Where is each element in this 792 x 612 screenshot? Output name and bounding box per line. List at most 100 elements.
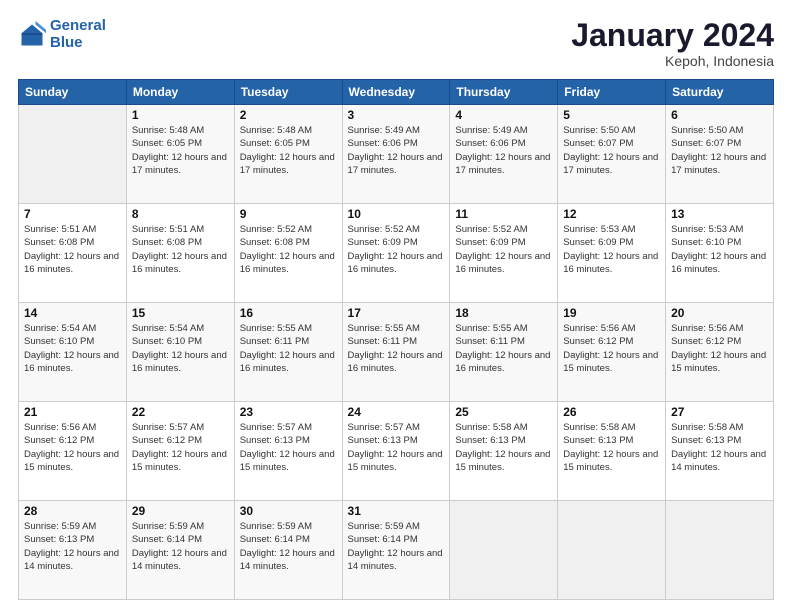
day-info: Sunrise: 5:48 AM Sunset: 6:05 PM Dayligh… — [132, 124, 229, 177]
week-row-1: 1 Sunrise: 5:48 AM Sunset: 6:05 PM Daylig… — [19, 105, 774, 204]
day-number: 11 — [455, 207, 552, 221]
logo-icon — [18, 21, 46, 49]
day-info: Sunrise: 5:54 AM Sunset: 6:10 PM Dayligh… — [24, 322, 121, 375]
day-info: Sunrise: 5:59 AM Sunset: 6:13 PM Dayligh… — [24, 520, 121, 573]
day-number: 29 — [132, 504, 229, 518]
day-cell: 28 Sunrise: 5:59 AM Sunset: 6:13 PM Dayli… — [19, 501, 127, 600]
day-cell: 17 Sunrise: 5:55 AM Sunset: 6:11 PM Dayli… — [342, 303, 450, 402]
day-cell: 7 Sunrise: 5:51 AM Sunset: 6:08 PM Daylig… — [19, 204, 127, 303]
day-number: 10 — [348, 207, 445, 221]
col-wednesday: Wednesday — [342, 80, 450, 105]
day-info: Sunrise: 5:55 AM Sunset: 6:11 PM Dayligh… — [240, 322, 337, 375]
day-number: 15 — [132, 306, 229, 320]
day-cell: 19Sunrise: 5:56 AM Sunset: 6:12 PM Dayli… — [558, 303, 666, 402]
logo: General Blue — [18, 18, 106, 51]
day-cell — [558, 501, 666, 600]
day-info: Sunrise: 5:52 AM Sunset: 6:08 PM Dayligh… — [240, 223, 337, 276]
day-cell: 4 Sunrise: 5:49 AM Sunset: 6:06 PM Daylig… — [450, 105, 558, 204]
day-number: 7 — [24, 207, 121, 221]
day-info: Sunrise: 5:58 AM Sunset: 6:13 PM Dayligh… — [455, 421, 552, 474]
calendar-header: Sunday Monday Tuesday Wednesday Thursday… — [19, 80, 774, 105]
day-cell: 27Sunrise: 5:58 AM Sunset: 6:13 PM Dayli… — [666, 402, 774, 501]
day-number: 1 — [132, 108, 229, 122]
day-info: Sunrise: 5:49 AM Sunset: 6:06 PM Dayligh… — [348, 124, 445, 177]
day-info: Sunrise: 5:56 AM Sunset: 6:12 PM Dayligh… — [671, 322, 768, 375]
day-info: Sunrise: 5:55 AM Sunset: 6:11 PM Dayligh… — [455, 322, 552, 375]
day-info: Sunrise: 5:57 AM Sunset: 6:13 PM Dayligh… — [348, 421, 445, 474]
day-info: Sunrise: 5:53 AM Sunset: 6:09 PM Dayligh… — [563, 223, 660, 276]
day-number: 30 — [240, 504, 337, 518]
col-thursday: Thursday — [450, 80, 558, 105]
day-cell: 3 Sunrise: 5:49 AM Sunset: 6:06 PM Daylig… — [342, 105, 450, 204]
day-info: Sunrise: 5:51 AM Sunset: 6:08 PM Dayligh… — [24, 223, 121, 276]
day-number: 28 — [24, 504, 121, 518]
day-info: Sunrise: 5:50 AM Sunset: 6:07 PM Dayligh… — [563, 124, 660, 177]
day-number: 31 — [348, 504, 445, 518]
day-cell: 13 Sunrise: 5:53 AM Sunset: 6:10 PM Dayli… — [666, 204, 774, 303]
day-number: 20 — [671, 306, 768, 320]
day-cell: 24 Sunrise: 5:57 AM Sunset: 6:13 PM Dayli… — [342, 402, 450, 501]
day-cell: 21 Sunrise: 5:56 AM Sunset: 6:12 PM Dayli… — [19, 402, 127, 501]
title-block: January 2024 Kepoh, Indonesia — [571, 18, 774, 69]
day-info: Sunrise: 5:50 AM Sunset: 6:07 PM Dayligh… — [671, 124, 768, 177]
day-info: Sunrise: 5:53 AM Sunset: 6:10 PM Dayligh… — [671, 223, 768, 276]
col-monday: Monday — [126, 80, 234, 105]
logo-line2: Blue — [50, 34, 83, 51]
day-number: 4 — [455, 108, 552, 122]
day-number: 18 — [455, 306, 552, 320]
day-cell: 12Sunrise: 5:53 AM Sunset: 6:09 PM Dayli… — [558, 204, 666, 303]
week-row-3: 14 Sunrise: 5:54 AM Sunset: 6:10 PM Dayli… — [19, 303, 774, 402]
day-number: 2 — [240, 108, 337, 122]
day-number: 8 — [132, 207, 229, 221]
day-info: Sunrise: 5:56 AM Sunset: 6:12 PM Dayligh… — [24, 421, 121, 474]
logo-line1: General — [50, 17, 106, 34]
day-info: Sunrise: 5:49 AM Sunset: 6:06 PM Dayligh… — [455, 124, 552, 177]
day-number: 13 — [671, 207, 768, 221]
day-number: 26 — [563, 405, 660, 419]
week-row-4: 21 Sunrise: 5:56 AM Sunset: 6:12 PM Dayli… — [19, 402, 774, 501]
day-cell — [666, 501, 774, 600]
day-cell: 18 Sunrise: 5:55 AM Sunset: 6:11 PM Dayli… — [450, 303, 558, 402]
day-number: 17 — [348, 306, 445, 320]
day-number: 23 — [240, 405, 337, 419]
day-number: 3 — [348, 108, 445, 122]
day-cell: 2 Sunrise: 5:48 AM Sunset: 6:05 PM Daylig… — [234, 105, 342, 204]
col-sunday: Sunday — [19, 80, 127, 105]
logo-text: General Blue — [50, 18, 106, 51]
header-row: Sunday Monday Tuesday Wednesday Thursday… — [19, 80, 774, 105]
day-cell: 9 Sunrise: 5:52 AM Sunset: 6:08 PM Daylig… — [234, 204, 342, 303]
calendar-subtitle: Kepoh, Indonesia — [571, 53, 774, 69]
day-info: Sunrise: 5:54 AM Sunset: 6:10 PM Dayligh… — [132, 322, 229, 375]
day-cell: 1 Sunrise: 5:48 AM Sunset: 6:05 PM Daylig… — [126, 105, 234, 204]
day-cell: 30 Sunrise: 5:59 AM Sunset: 6:14 PM Dayli… — [234, 501, 342, 600]
col-saturday: Saturday — [666, 80, 774, 105]
day-info: Sunrise: 5:56 AM Sunset: 6:12 PM Dayligh… — [563, 322, 660, 375]
day-number: 9 — [240, 207, 337, 221]
day-cell: 16 Sunrise: 5:55 AM Sunset: 6:11 PM Dayli… — [234, 303, 342, 402]
day-cell: 22Sunrise: 5:57 AM Sunset: 6:12 PM Dayli… — [126, 402, 234, 501]
header: General Blue January 2024 Kepoh, Indones… — [18, 18, 774, 69]
day-info: Sunrise: 5:52 AM Sunset: 6:09 PM Dayligh… — [348, 223, 445, 276]
day-info: Sunrise: 5:58 AM Sunset: 6:13 PM Dayligh… — [671, 421, 768, 474]
day-info: Sunrise: 5:52 AM Sunset: 6:09 PM Dayligh… — [455, 223, 552, 276]
day-cell: 10 Sunrise: 5:52 AM Sunset: 6:09 PM Dayli… — [342, 204, 450, 303]
day-number: 22 — [132, 405, 229, 419]
day-cell: 8 Sunrise: 5:51 AM Sunset: 6:08 PM Daylig… — [126, 204, 234, 303]
day-info: Sunrise: 5:55 AM Sunset: 6:11 PM Dayligh… — [348, 322, 445, 375]
day-info: Sunrise: 5:59 AM Sunset: 6:14 PM Dayligh… — [348, 520, 445, 573]
day-info: Sunrise: 5:48 AM Sunset: 6:05 PM Dayligh… — [240, 124, 337, 177]
week-row-2: 7 Sunrise: 5:51 AM Sunset: 6:08 PM Daylig… — [19, 204, 774, 303]
col-friday: Friday — [558, 80, 666, 105]
day-info: Sunrise: 5:51 AM Sunset: 6:08 PM Dayligh… — [132, 223, 229, 276]
day-cell — [450, 501, 558, 600]
day-info: Sunrise: 5:57 AM Sunset: 6:13 PM Dayligh… — [240, 421, 337, 474]
day-number: 24 — [348, 405, 445, 419]
day-cell: 15 Sunrise: 5:54 AM Sunset: 6:10 PM Dayli… — [126, 303, 234, 402]
day-number: 21 — [24, 405, 121, 419]
calendar-body: 1 Sunrise: 5:48 AM Sunset: 6:05 PM Daylig… — [19, 105, 774, 600]
day-number: 16 — [240, 306, 337, 320]
day-number: 14 — [24, 306, 121, 320]
day-info: Sunrise: 5:59 AM Sunset: 6:14 PM Dayligh… — [240, 520, 337, 573]
day-cell — [19, 105, 127, 204]
day-cell: 23 Sunrise: 5:57 AM Sunset: 6:13 PM Dayli… — [234, 402, 342, 501]
